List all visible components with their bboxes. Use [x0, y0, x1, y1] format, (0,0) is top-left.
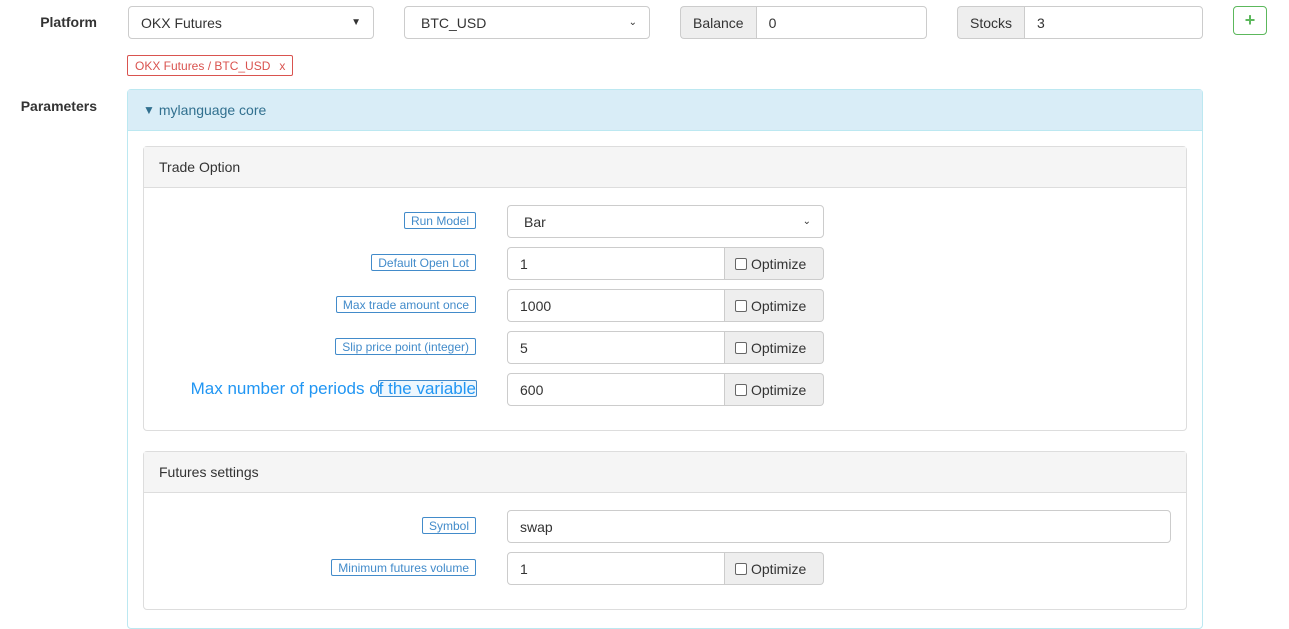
run-model-label: Run Model — [403, 212, 476, 229]
chevron-down-icon: ⌄ — [802, 216, 811, 227]
checkbox-icon — [735, 383, 747, 396]
checkbox-icon — [735, 562, 747, 575]
balance-label: Balance — [680, 6, 756, 39]
param-input-group: 1 Optimize — [507, 552, 824, 585]
balance-input[interactable]: 0 — [755, 6, 927, 39]
optimize-checkbox[interactable]: Optimize — [725, 247, 824, 280]
trade-option-title: Trade Option — [144, 147, 1186, 188]
param-label: Default Open Lot — [371, 254, 476, 271]
optimize-checkbox[interactable]: Optimize — [725, 289, 824, 322]
optimize-label: Optimize — [751, 297, 807, 314]
default-open-lot-input[interactable]: 1 — [507, 247, 725, 280]
optimize-label: Optimize — [751, 339, 807, 356]
checkbox-icon — [735, 257, 747, 270]
checkbox-icon — [735, 299, 747, 312]
futures-title: Futures settings — [144, 452, 1186, 493]
param-label: Max trade amount once — [335, 296, 476, 313]
add-exchange-button[interactable]: + — [1233, 6, 1267, 35]
tag-close-icon[interactable]: x — [279, 59, 285, 73]
optimize-checkbox[interactable]: Optimize — [725, 331, 824, 364]
stocks-input[interactable]: 3 — [1024, 6, 1203, 39]
run-model-value: Bar — [524, 213, 546, 230]
optimize-label: Optimize — [751, 381, 807, 398]
max-trade-amount-input[interactable]: 1000 — [507, 289, 725, 322]
stocks-label: Stocks — [957, 6, 1025, 39]
param-label: Slip price point (integer) — [335, 338, 476, 355]
optimize-checkbox[interactable]: Optimize — [725, 552, 824, 585]
exchange-select[interactable]: OKX Futures ▼ — [128, 6, 374, 39]
pair-select[interactable]: BTC_USD ⌄ — [404, 6, 650, 39]
optimize-label: Optimize — [751, 560, 807, 577]
param-input-group: 1000 Optimize — [507, 289, 824, 322]
group-title: mylanguage core — [158, 102, 267, 118]
chevron-down-icon: ▼ — [143, 103, 155, 117]
slip-price-input[interactable]: 5 — [507, 331, 725, 364]
exchange-value: OKX Futures — [141, 14, 222, 31]
param-input-group: 1 Optimize — [507, 247, 824, 280]
tag-label: OKX Futures / BTC_USD — [135, 58, 271, 73]
min-volume-input[interactable]: 1 — [507, 552, 725, 585]
optimize-checkbox[interactable]: Optimize — [725, 373, 824, 406]
param-label: Max number of periods of the variable — [190, 379, 476, 398]
chevron-down-icon: ⌄ — [628, 17, 637, 28]
param-input-group: 600 Optimize — [507, 373, 824, 406]
param-input-group: 5 Optimize — [507, 331, 824, 364]
run-model-select[interactable]: Bar ⌄ — [507, 205, 824, 238]
caret-down-icon: ▼ — [351, 17, 361, 28]
pair-value: BTC_USD — [421, 14, 487, 31]
max-periods-input[interactable]: 600 — [507, 373, 725, 406]
platform-label: Platform — [40, 14, 97, 30]
optimize-label: Optimize — [751, 255, 807, 272]
checkbox-icon — [735, 341, 747, 354]
stocks-group: Stocks 3 — [957, 6, 1203, 39]
parameters-label: Parameters — [20, 98, 97, 114]
group-header[interactable]: ▼ mylanguage core — [128, 90, 1202, 131]
balance-group: Balance 0 — [680, 6, 927, 39]
symbol-input[interactable]: swap — [507, 510, 1171, 543]
symbol-label: Symbol — [421, 517, 476, 534]
min-volume-label: Minimum futures volume — [331, 559, 476, 576]
exchange-tag: OKX Futures / BTC_USD x — [127, 55, 294, 76]
